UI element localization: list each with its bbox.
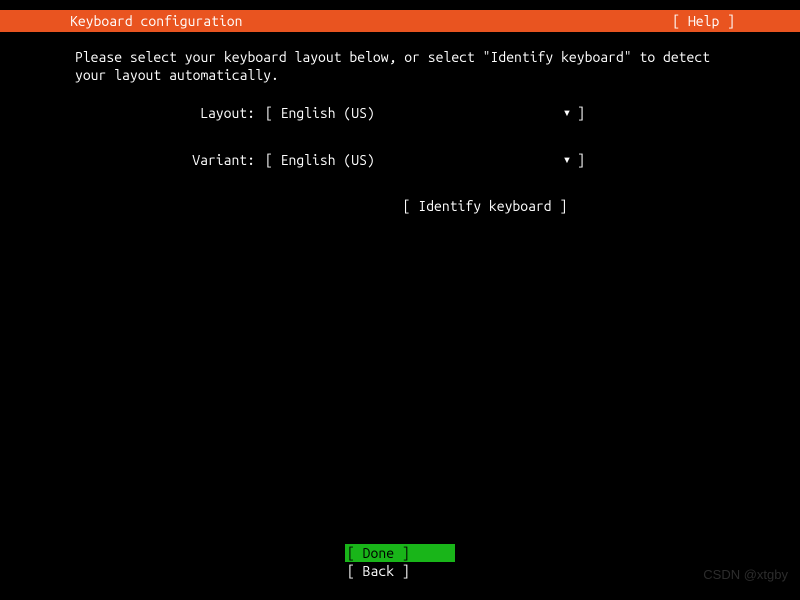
header-bar: Keyboard configuration [ Help ] bbox=[0, 10, 800, 32]
identify-keyboard-button[interactable]: [ Identify keyboard ] bbox=[245, 198, 725, 214]
footer-buttons: [ Done ] [ Back ] bbox=[0, 544, 800, 580]
layout-label: Layout: bbox=[165, 105, 265, 121]
layout-row: Layout: [ English (US) ▾ ] bbox=[165, 104, 725, 121]
chevron-down-icon: ▾ bbox=[563, 104, 571, 121]
watermark-text: CSDN @xtgby bbox=[703, 567, 788, 582]
instruction-text: Please select your keyboard layout below… bbox=[75, 48, 725, 84]
chevron-down-icon: ▾ bbox=[563, 151, 571, 168]
layout-value: [ English (US) bbox=[265, 105, 563, 121]
variant-dropdown[interactable]: [ English (US) ▾ ] bbox=[265, 151, 585, 168]
variant-bracket-close: ] bbox=[577, 152, 585, 168]
page-title: Keyboard configuration bbox=[10, 13, 242, 29]
done-button[interactable]: [ Done ] bbox=[345, 544, 455, 562]
back-button[interactable]: [ Back ] bbox=[345, 562, 455, 580]
variant-label: Variant: bbox=[165, 152, 265, 168]
content-area: Please select your keyboard layout below… bbox=[0, 32, 800, 224]
variant-value: [ English (US) bbox=[265, 152, 563, 168]
help-button[interactable]: [ Help ] bbox=[672, 13, 790, 29]
layout-dropdown[interactable]: [ English (US) ▾ ] bbox=[265, 104, 585, 121]
variant-row: Variant: [ English (US) ▾ ] bbox=[165, 151, 725, 168]
layout-bracket-close: ] bbox=[577, 105, 585, 121]
